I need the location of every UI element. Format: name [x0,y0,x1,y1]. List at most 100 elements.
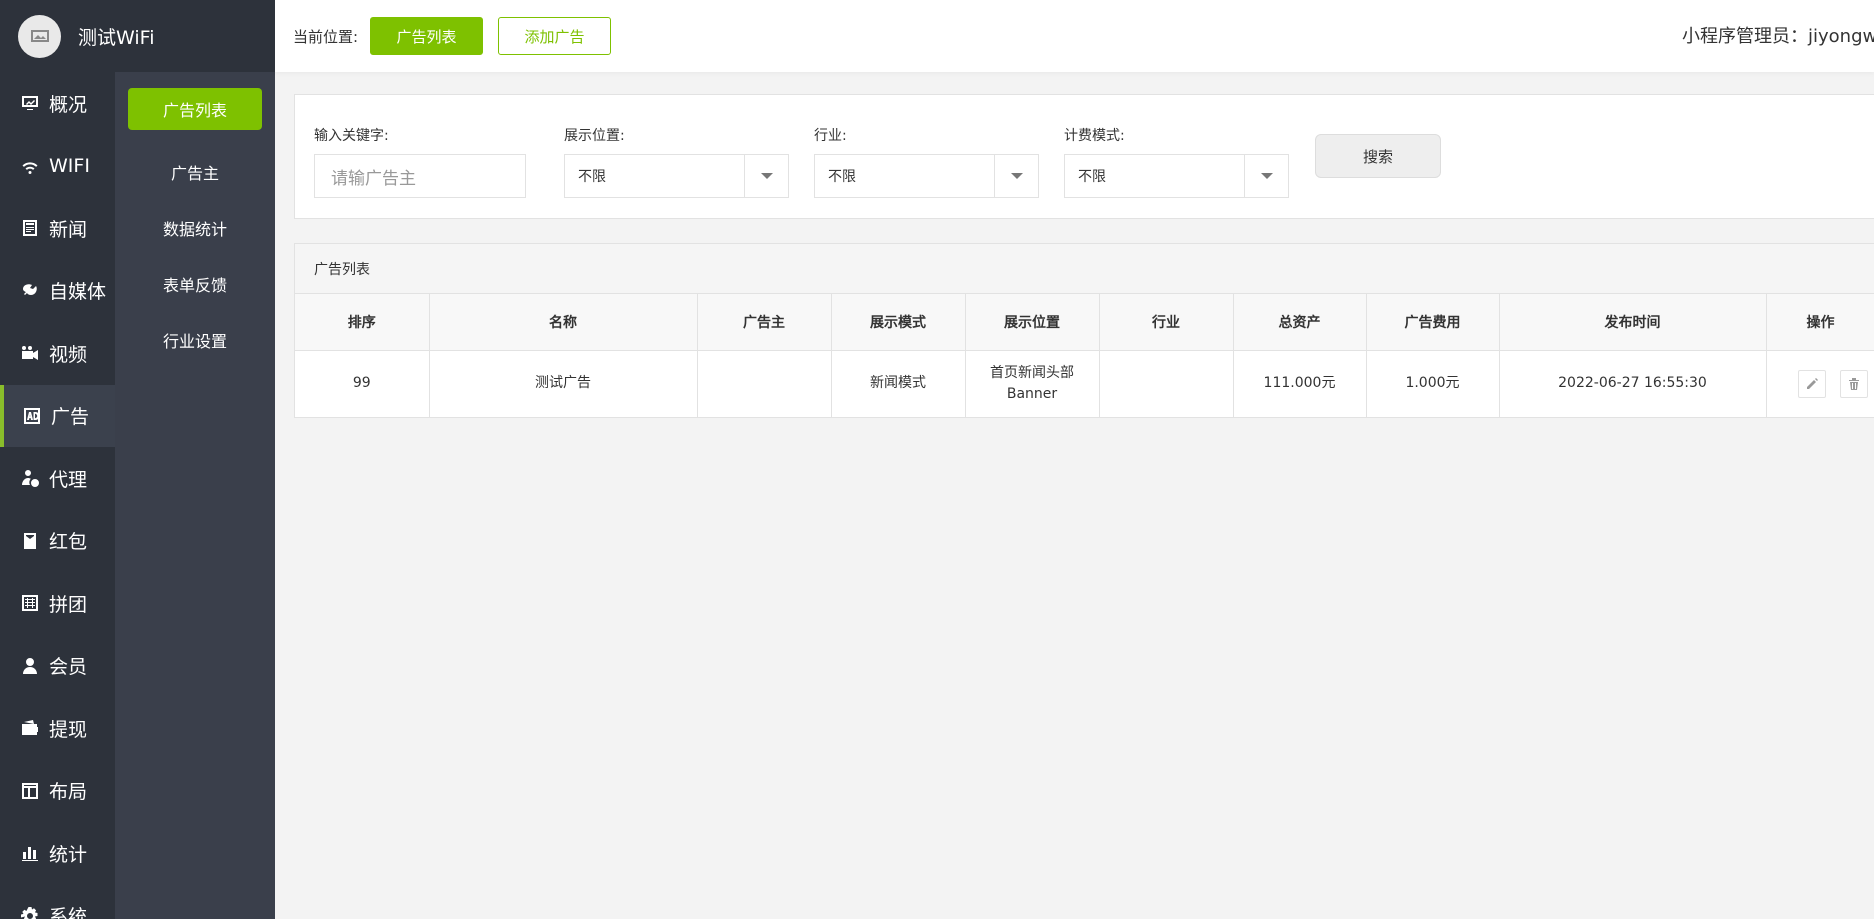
column-header: 广告费用 [1366,294,1500,351]
nav-item-wallet[interactable]: 提现 [0,697,115,760]
ad-list-panel: 广告列表 排序 名称 广告主 展示模式 展示位置 行业 总资产 广告费用 发布时… [294,243,1874,418]
ad-list-button[interactable]: 广告列表 [370,17,484,55]
nav-item-layout[interactable]: 布局 [0,760,115,823]
cell-position: 首页新闻头部 Banner [965,350,1100,417]
nav-label: 新闻 [49,218,88,241]
subnav-item-ad-list[interactable]: 广告列表 [128,88,262,130]
industry-select-value: 不限 [828,169,856,185]
ad-table: 排序 名称 广告主 展示模式 展示位置 行业 总资产 广告费用 发布时间 操作 … [295,294,1874,417]
table-header-row: 排序 名称 广告主 展示模式 展示位置 行业 总资产 广告费用 发布时间 操作 [295,294,1874,351]
cell-fee: 1.000元 [1366,350,1500,417]
trash-icon [1848,377,1859,390]
wifi-icon [20,156,40,176]
wallet-icon [20,718,40,738]
nav-label: 拼团 [49,593,88,616]
nav-label: 提现 [49,718,88,741]
secondary-sidebar: 广告列表 广告主 数据统计 表单反馈 行业设置 [115,0,275,919]
column-header: 名称 [429,294,698,351]
cell-assets: 111.000元 [1233,350,1367,417]
nav-label: 系统 [49,906,88,919]
keyword-input[interactable]: 请输广告主 [314,154,526,198]
position-select[interactable]: 不限 [564,154,789,198]
nav-item-red-packet[interactable]: 红包 [0,510,115,573]
column-header: 操作 [1766,294,1874,351]
industry-label: 行业: [814,128,847,144]
breadcrumb-label: 当前位置: [293,27,359,46]
nav-label: 布局 [49,781,88,804]
edit-button[interactable] [1797,369,1826,398]
cell-mode: 新闻模式 [831,350,966,417]
billing-field: 计费模式: 不限 [1064,125,1289,198]
position-field: 展示位置: 不限 [564,125,789,198]
chevron-down-icon [744,155,788,197]
position-select-value: 不限 [578,169,606,185]
nav-item-member[interactable]: 会员 [0,635,115,698]
nav-item-wifi[interactable]: WIFI [0,135,115,198]
nav-item-stats[interactable]: 统计 [0,822,115,885]
keyword-field: 输入关键字: 请输广告主 [314,125,526,198]
column-header: 发布时间 [1499,294,1767,351]
nav-item-video[interactable]: 视频 [0,322,115,385]
top-bar: 当前位置: 广告列表 添加广告 小程序管理员：jiyongwei [275,0,1874,72]
nav-label: 概况 [49,93,88,116]
nav-label: 广告 [51,406,90,429]
news-icon [20,218,40,238]
chevron-down-icon [994,155,1038,197]
ad-icon [22,406,42,426]
brand-name: 测试WiFi [78,26,155,49]
cell-published: 2022-06-27 16:55:30 [1499,350,1767,417]
column-header: 广告主 [697,294,832,351]
billing-select-value: 不限 [1078,169,1106,185]
video-icon [20,343,40,363]
search-button[interactable]: 搜索 [1315,134,1441,178]
nav-label: 统计 [49,843,88,866]
nav-item-news[interactable]: 新闻 [0,197,115,260]
nav-label: 视频 [49,343,88,366]
nav-item-overview[interactable]: 概况 [0,72,115,135]
add-ad-button[interactable]: 添加广告 [498,17,612,55]
nav-label: 红包 [49,531,88,554]
nav-label: 会员 [49,656,88,679]
subnav-item-form-feedback[interactable]: 表单反馈 [115,256,275,312]
billing-label: 计费模式: [1064,128,1125,144]
nav-label: 代理 [49,468,88,491]
column-header: 展示模式 [831,294,966,351]
industry-select[interactable]: 不限 [814,154,1039,198]
column-header: 排序 [295,294,430,351]
admin-info: 小程序管理员：jiyongwei [1682,26,1874,47]
position-label: 展示位置: [564,128,625,144]
member-icon [20,656,40,676]
delete-button[interactable] [1839,369,1868,398]
billing-select[interactable]: 不限 [1064,154,1289,198]
cell-name: 测试广告 [429,350,698,417]
cell-position-line2: Banner [1006,385,1058,402]
subnav-item-industry-settings[interactable]: 行业设置 [115,312,275,368]
nav-item-settings[interactable]: 系统 [0,885,115,919]
subnav-list: 广告列表 广告主 数据统计 表单反馈 行业设置 [115,88,275,368]
agent-icon [20,468,40,488]
settings-icon [20,906,40,919]
media-icon [20,281,40,301]
dashboard-icon [20,93,40,113]
image-icon [30,30,49,42]
nav-item-agent[interactable]: 代理 [0,447,115,510]
cell-industry [1099,350,1234,417]
keyword-label: 输入关键字: [314,128,389,144]
subnav-item-data-stats[interactable]: 数据统计 [115,200,275,256]
brand-header: 测试WiFi [0,0,275,72]
group-buy-icon [20,593,40,613]
nav-item-ad[interactable]: 广告 [0,384,115,447]
layout-icon [20,781,40,801]
nav-label: 自媒体 [49,281,107,304]
table-row: 99 测试广告 新闻模式 首页新闻头部 Banner 111.000元 1.00… [295,350,1874,417]
cell-actions [1766,350,1874,417]
nav-item-media[interactable]: 自媒体 [0,260,115,323]
brand-logo [18,14,61,58]
pencil-icon [1806,377,1818,389]
red-packet-icon [20,531,40,551]
nav-item-group-buy[interactable]: 拼团 [0,572,115,635]
panel-title: 广告列表 [295,244,1874,294]
column-header: 展示位置 [965,294,1100,351]
subnav-item-advertiser[interactable]: 广告主 [115,144,275,200]
stats-icon [20,843,40,863]
